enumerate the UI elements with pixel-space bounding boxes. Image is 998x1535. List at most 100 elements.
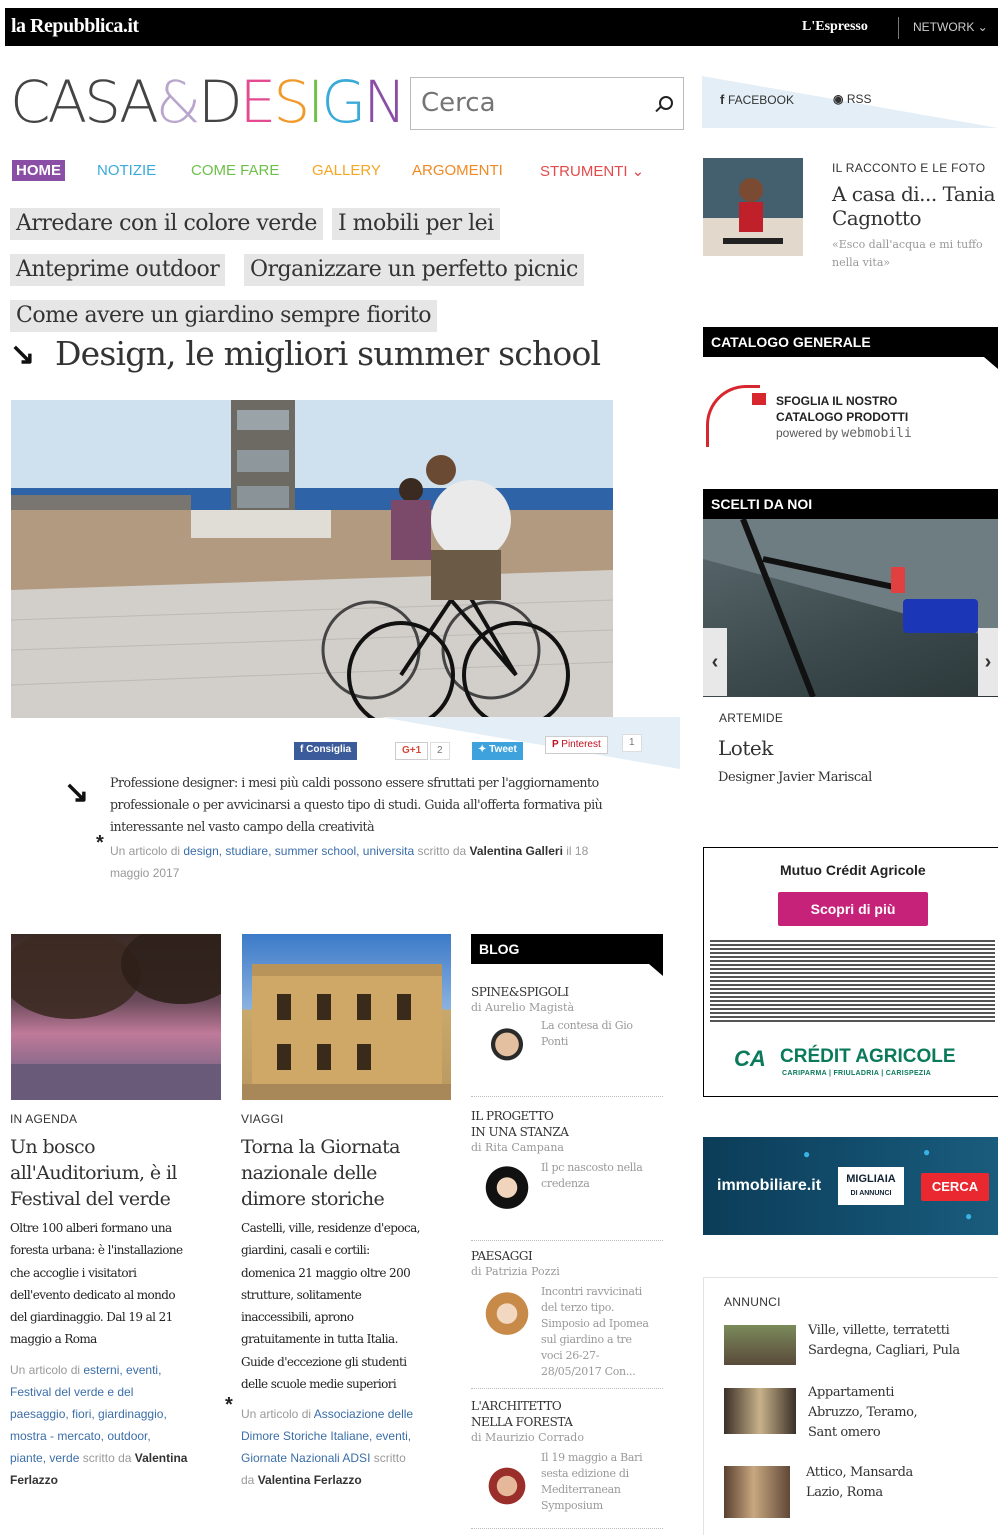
card-tags[interactable]: esterni, eventi, <box>83 1363 161 1377</box>
carousel-next-button[interactable]: › <box>978 628 998 696</box>
racconto-title-cont[interactable]: Cagnotto <box>832 206 922 230</box>
tweet-button[interactable]: ✦ Tweet <box>472 742 523 760</box>
palace-illustration <box>242 964 451 1100</box>
pinterest-label: Pinterest <box>561 739 601 750</box>
card-image[interactable] <box>1 924 241 1100</box>
card-tags[interactable]: Dimore Storiche Italiane, eventi, <box>241 1429 411 1443</box>
blog-item[interactable]: IL PROGETTO IN UNA STANZA di Rita Campana… <box>471 1108 663 1241</box>
tag-link[interactable]: Anteprime outdoor <box>10 254 226 286</box>
card-author[interactable]: Valentina <box>135 1451 188 1465</box>
annuncio-title[interactable]: Appartamenti <box>808 1383 894 1403</box>
pinterest-button[interactable]: P Pinterest <box>545 736 608 754</box>
annuncio-title[interactable]: Ville, villette, terratetti <box>808 1321 950 1341</box>
racconto-thumbnail[interactable] <box>703 158 803 256</box>
facebook-share-button[interactable]: f Consiglia <box>294 742 358 760</box>
imm-cerca-button[interactable]: CERCA <box>921 1173 989 1201</box>
blog-divider <box>471 1528 663 1529</box>
tag-link[interactable]: Organizzare un perfetto picnic <box>244 254 584 286</box>
meta-written-by: scritto da <box>82 1451 132 1465</box>
product-designer: Designer Javier Mariscal <box>718 770 872 785</box>
article-tags[interactable]: design, studiare, summer school, univers… <box>183 844 414 858</box>
racconto-title[interactable]: A casa di... Tania <box>832 182 996 206</box>
tag-link[interactable]: Come avere un giardino sempre fiorito <box>10 300 438 332</box>
card-tags[interactable]: mostra - mercato, outdoor, <box>10 1429 151 1443</box>
annuncio-title[interactable]: Attico, Mansarda <box>806 1463 913 1483</box>
card-tags[interactable]: Associazione delle <box>314 1407 413 1421</box>
card-text-line: delle scuole medie superiori <box>241 1377 397 1392</box>
search-icon[interactable] <box>659 96 673 110</box>
card-text-line: gratuitamente in tutta Italia. <box>241 1332 398 1347</box>
annuncio-thumbnail[interactable] <box>724 1388 796 1434</box>
ad-cta-button[interactable]: Scopri di più <box>778 892 928 926</box>
nav-notizie[interactable]: NOTIZIE <box>93 160 160 181</box>
card-author[interactable]: Valentina Ferlazzo <box>258 1473 362 1487</box>
annuncio-thumbnail[interactable] <box>724 1325 796 1365</box>
nav-home[interactable]: HOME <box>12 160 65 181</box>
article-author[interactable]: Valentina Galleri <box>470 844 563 858</box>
blog-item[interactable]: SPINE&SPIGOLI di Aurelio Magistà La cont… <box>471 984 663 1097</box>
ad-title: Mutuo Crédit Agricole <box>780 862 926 878</box>
blog-excerpt-line: voci 26-27- <box>541 1349 600 1362</box>
blog-author: di Patrizia Pozzi <box>471 1265 560 1278</box>
search-input[interactable] <box>421 86 641 120</box>
blog-excerpt: Il 19 maggio a Bari sesta edizione di Medi… <box>541 1450 643 1514</box>
card-tags[interactable]: piante, verde <box>10 1451 79 1465</box>
repubblica-logo[interactable]: la Repubblica.it <box>11 15 139 38</box>
carousel-prev-button[interactable]: ‹ <box>703 628 727 696</box>
nav-argomenti[interactable]: ARGOMENTI <box>408 160 507 181</box>
card-text: Oltre 100 alberi formano una foresta urba… <box>10 1217 183 1351</box>
card-author-cont[interactable]: Ferlazzo <box>10 1473 58 1487</box>
card-tags[interactable]: paesaggio, fiori, giardinaggio, <box>10 1407 167 1421</box>
casa-design-logo[interactable]: CASA&DESIGN <box>10 68 407 136</box>
catalogo-link[interactable]: SFOGLIA IL NOSTRO CATALOGO PRODOTTI powe… <box>776 393 912 442</box>
blog-item[interactable]: L'ARCHITETTO NELLA FORESTA di Maurizio Co… <box>471 1398 663 1529</box>
blog-item[interactable]: PAESAGGI di Patrizia Pozzi Incontri ravv… <box>471 1248 663 1389</box>
tag-link[interactable]: I mobili per lei <box>332 208 500 240</box>
search-box <box>410 77 684 130</box>
card-title[interactable]: Torna la Giornata nazionale delle dimore s… <box>241 1134 400 1212</box>
blog-excerpt-line: La contesa di Gio <box>541 1019 633 1032</box>
gplus-button[interactable]: G+1 <box>395 742 429 760</box>
product-image[interactable] <box>703 519 998 697</box>
card-category: VIAGGI <box>241 1112 284 1126</box>
nav-come-fare[interactable]: COME FARE <box>187 160 283 181</box>
hero-illustration <box>11 400 613 718</box>
imm-badge-line2: DI ANNUNCI <box>850 1190 892 1197</box>
hero-image[interactable] <box>11 400 613 718</box>
logo-letter-n: N <box>363 68 406 136</box>
annuncio-thumbnail[interactable] <box>724 1466 790 1518</box>
catalogo-line1: SFOGLIA IL NOSTRO <box>776 394 898 408</box>
ad-brand: CRÉDIT AGRICOLE <box>780 1046 956 1067</box>
facebook-link[interactable]: f FACEBOOK <box>720 92 794 107</box>
credit-agricole-ad[interactable]: Mutuo Crédit Agricole Scopri di più CA C… <box>703 847 998 1097</box>
card-title-line: Torna la Giornata <box>241 1136 400 1158</box>
card-tags[interactable]: Giornate Nazionali ADSI <box>241 1451 370 1465</box>
logo-letter-i: I <box>307 68 324 136</box>
annuncio-location-cont: Sant omero <box>808 1425 881 1440</box>
asterisk-icon: * <box>96 832 104 854</box>
chevron-left-icon: ‹ <box>711 651 719 673</box>
article-headline[interactable]: Design, le migliori summer school <box>55 334 601 373</box>
card-title[interactable]: Un bosco all'Auditorium, è il Festival del… <box>10 1134 178 1212</box>
card-tags[interactable]: Festival del verde e del <box>10 1385 133 1399</box>
tag-link[interactable]: Arredare con il colore verde <box>10 208 323 240</box>
nav-gallery[interactable]: GALLERY <box>308 160 385 181</box>
twitter-icon: ✦ <box>478 744 490 755</box>
espresso-link[interactable]: L'Espresso <box>802 19 868 35</box>
card-image[interactable] <box>242 934 451 1100</box>
product-name[interactable]: Lotek <box>718 736 773 760</box>
rss-label: RSS <box>846 92 872 106</box>
article-lead: Professione designer: i mesi più caldi p… <box>110 775 603 834</box>
rss-link[interactable]: ◉ RSS <box>833 92 872 106</box>
card-meta: Un articolo di esterni, eventi, Festival… <box>10 1359 187 1491</box>
article-date: il 18 <box>566 844 589 858</box>
top-bar: la Repubblica.it L'Espresso NETWORK ⌄ <box>5 8 998 46</box>
network-menu[interactable]: NETWORK ⌄ <box>913 20 988 34</box>
lamp-head-icon <box>752 393 766 405</box>
nav-strumenti[interactable]: STRUMENTI ⌄ <box>536 160 648 182</box>
facebook-share-label: Consiglia <box>306 744 352 755</box>
immobiliare-ad[interactable]: immobiliare.it MIGLIAIA DI ANNUNCI CERCA … <box>703 1137 998 1235</box>
card-category: IN AGENDA <box>10 1112 78 1126</box>
logo-ampersand: & <box>155 68 201 136</box>
portrait-illustration <box>703 158 803 256</box>
